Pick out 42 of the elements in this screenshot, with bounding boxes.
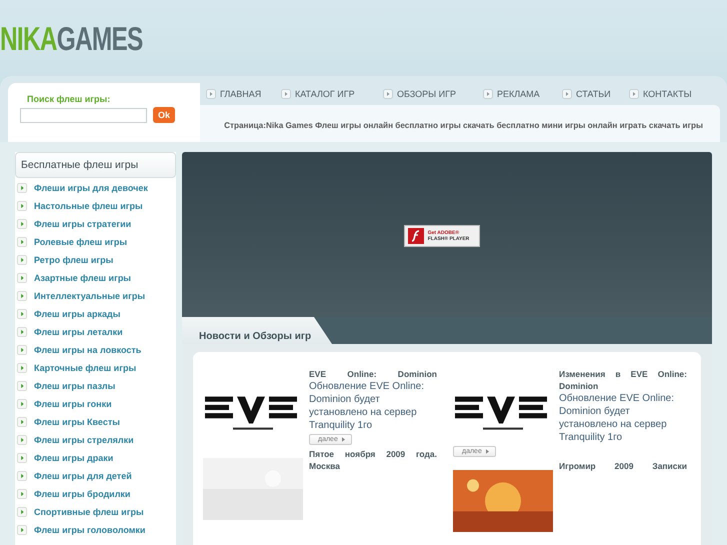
article-title[interactable]: Пятое ноября 2009 года. Москва	[309, 448, 437, 472]
category-link[interactable]: Флеш игры на ловкость	[15, 341, 176, 359]
site-logo[interactable]: NIKAGAMES	[0, 20, 143, 58]
nav-link[interactable]: СТАТЬИ	[562, 89, 629, 99]
article-title[interactable]: Изменения в EVE Online: Dominion	[559, 368, 687, 392]
category-link[interactable]: Азартные флеш игры	[15, 269, 176, 287]
category-link[interactable]: Карточные флеш игры	[15, 359, 176, 377]
article-summary: Обновление EVE Online: Dominion будет установлено на сервер Tranquility 1го	[559, 392, 675, 444]
caret-icon	[486, 449, 489, 454]
category-link[interactable]: Флеш игры леталки	[15, 323, 176, 341]
category-link[interactable]: Флеш игры стратегии	[15, 215, 176, 233]
category-link[interactable]: Флеш игры пазлы	[15, 377, 176, 395]
search-field[interactable]	[20, 108, 147, 122]
category-link[interactable]: Спортивные флеш игры	[15, 503, 176, 521]
category-link[interactable]: Флеш игры гонки	[15, 395, 176, 413]
category-link[interactable]: Флеш игры Квесты	[15, 413, 176, 431]
article-summary: Обновление EVE Online: Dominion будет установлено на сервер Tranquility 1го	[309, 380, 425, 432]
news-heading: Новости и Обзоры игр	[199, 331, 312, 342]
nav-link[interactable]: КАТАЛОГ ИГР	[281, 89, 383, 99]
category-link[interactable]: Флеш игры головоломки	[15, 521, 176, 539]
ok-button[interactable]: Ok	[153, 107, 176, 123]
category-link[interactable]: Флеш игры аркады	[15, 305, 176, 323]
category-link[interactable]: Ретро флеш игры	[15, 251, 176, 269]
category-link[interactable]: Настольные флеш игры	[15, 197, 176, 215]
category-link[interactable]: Флеш игры стрелялки	[15, 431, 176, 449]
search-label: Поиск флеш игры:	[26, 94, 112, 104]
category-link[interactable]: Ролевые флеш игры	[15, 233, 176, 251]
sidebar-title: Бесплатные флеш игры	[15, 152, 176, 178]
category-link[interactable]: Флеш игры драки	[15, 449, 176, 467]
nav-link[interactable]: КОНТАКТЫ	[629, 89, 692, 99]
nav-link[interactable]: РЕКЛАМА	[483, 89, 562, 99]
category-link[interactable]: Флеши игры для девочек	[15, 179, 176, 197]
category-link[interactable]: Флеш игры бродилки	[15, 485, 176, 503]
category-link[interactable]: Флеш игры для детей	[15, 467, 176, 485]
caret-icon	[342, 437, 345, 442]
nav-link[interactable]: ГЛАВНАЯ	[206, 89, 281, 99]
article-title[interactable]: EVE Online: Dominion	[309, 368, 437, 380]
article-title[interactable]: Игромир 2009 Записки	[559, 460, 687, 472]
nav-link[interactable]: ОБЗОРЫ ИГР	[383, 89, 483, 99]
flash-icon	[408, 228, 424, 244]
category-link[interactable]: Интеллектуальные игры	[15, 287, 176, 305]
breadcrumb-text: Страница:Nika Games Флеш игры онлайн бесплатно игры скачать бесплатно мини игры онлайн играть скачать игры	[224, 121, 703, 130]
